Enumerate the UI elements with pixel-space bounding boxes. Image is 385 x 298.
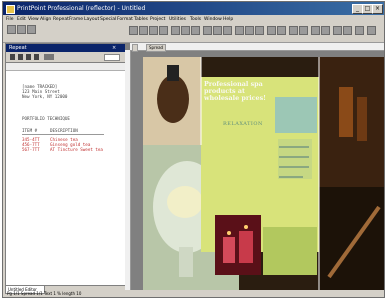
- help-icon[interactable]: [367, 26, 376, 35]
- menu-help[interactable]: Help: [223, 15, 233, 24]
- menu-project[interactable]: Project: [150, 15, 165, 24]
- menu-frame[interactable]: Frame: [69, 15, 83, 24]
- spell-check-icon[interactable]: [355, 26, 364, 35]
- bottle-shape: [339, 87, 353, 137]
- menu-tools[interactable]: Tools: [190, 15, 201, 24]
- bottom-text-block: [263, 227, 317, 275]
- panel-prev-icon[interactable]: [18, 54, 23, 60]
- bottle-shape: [357, 97, 367, 141]
- italic-icon[interactable]: [213, 26, 222, 35]
- menu-file[interactable]: File: [6, 15, 14, 24]
- panel-tab-strip: [6, 63, 125, 71]
- save-icon[interactable]: [27, 25, 36, 34]
- bottle-cap: [167, 65, 179, 81]
- flame-shape: [244, 225, 248, 229]
- shape-tool-icon[interactable]: [191, 26, 200, 35]
- close-button[interactable]: ×: [372, 4, 383, 14]
- bottle-shape: [157, 75, 189, 123]
- section-title: PORTFOLIO TECHNIQUE: [22, 116, 70, 121]
- table-icon[interactable]: [299, 26, 308, 35]
- panel-toolbar: [6, 52, 125, 63]
- candle-shape: [223, 237, 235, 263]
- align-left-icon[interactable]: [235, 26, 244, 35]
- document-page: Professional spa products at wholesale p…: [143, 57, 384, 290]
- menu-bar: File Edit View Align Repeat Frame Layout…: [3, 15, 384, 24]
- menu-layout[interactable]: Layout: [84, 15, 99, 24]
- glass-stem: [179, 247, 193, 277]
- menu-view[interactable]: View: [28, 15, 39, 24]
- menu-edit[interactable]: Edit: [17, 15, 26, 24]
- frame-tool-icon[interactable]: [149, 26, 158, 35]
- status-text: Pg 1/1 Spread 1/1 Text 1 % length 10: [7, 291, 82, 296]
- image-icon[interactable]: [289, 26, 298, 35]
- underline-icon[interactable]: [223, 26, 232, 35]
- rotate-tool-icon[interactable]: [159, 26, 168, 35]
- menu-utilities[interactable]: Utilities: [169, 15, 186, 24]
- application-window: PrintPoint Professional (reflector) - Un…: [2, 1, 385, 298]
- color-icon[interactable]: [277, 26, 286, 35]
- pointer-tool-icon[interactable]: [129, 26, 138, 35]
- headline: Professional spa products at wholesale p…: [204, 80, 266, 102]
- print-icon[interactable]: [343, 26, 352, 35]
- panel-dropdown[interactable]: [104, 54, 120, 61]
- menu-special[interactable]: Special: [100, 15, 116, 24]
- panel-close-icon[interactable]: ×: [112, 44, 116, 52]
- item-description: AT Tincture Sweet tea: [50, 147, 103, 152]
- open-icon[interactable]: [17, 25, 26, 34]
- repeat-panel: Repeat × [name TRACKED] 123 Main Street …: [5, 43, 126, 286]
- logo-box: [275, 97, 317, 133]
- link-icon[interactable]: [311, 26, 320, 35]
- panel-next-icon[interactable]: [26, 54, 31, 60]
- panel-first-icon[interactable]: [10, 54, 15, 60]
- zoom-tool-icon[interactable]: [171, 26, 180, 35]
- spread-tab[interactable]: Spread: [146, 44, 167, 52]
- new-icon[interactable]: [7, 25, 16, 34]
- toolbar: [3, 24, 384, 43]
- logo-text: RELAXATION: [223, 121, 263, 127]
- menu-align[interactable]: Align: [40, 15, 51, 24]
- divider: [22, 134, 104, 135]
- column-header-item: ITEM #: [22, 128, 38, 133]
- item-number: 567-7TT: [22, 147, 40, 152]
- flower-shape: [167, 186, 203, 218]
- view-tab[interactable]: [132, 44, 138, 52]
- grid-icon[interactable]: [267, 26, 276, 35]
- bold-icon[interactable]: [203, 26, 212, 35]
- menu-tables[interactable]: Tables: [134, 15, 148, 24]
- flame-shape: [227, 231, 231, 235]
- text-block: [278, 139, 312, 179]
- panel-field-icon[interactable]: [44, 54, 54, 60]
- vertical-ruler: [125, 50, 131, 290]
- menu-window[interactable]: Window: [204, 15, 222, 24]
- column-header-description: DESCRIPTION: [50, 128, 78, 133]
- align-center-icon[interactable]: [245, 26, 254, 35]
- panel-title: Repeat: [9, 45, 27, 51]
- status-bar: Pg 1/1 Spread 1/1 Text 1 % length 10: [3, 291, 384, 297]
- window-title: PrintPoint Professional (reflector) - Un…: [17, 5, 146, 12]
- address-line: New York, NY 12000: [22, 94, 68, 99]
- horizontal-ruler: Spread: [130, 43, 384, 52]
- panel-header: Repeat ×: [6, 44, 125, 52]
- text-tool-icon[interactable]: [139, 26, 148, 35]
- preview-icon[interactable]: [333, 26, 342, 35]
- menu-format[interactable]: Format: [117, 15, 133, 24]
- title-bar: PrintPoint Professional (reflector) - Un…: [3, 2, 384, 15]
- unlink-icon[interactable]: [321, 26, 330, 35]
- line-tool-icon[interactable]: [181, 26, 190, 35]
- align-right-icon[interactable]: [255, 26, 264, 35]
- candle-photo: [215, 215, 261, 275]
- candle-shape: [239, 231, 253, 263]
- app-icon: [6, 5, 15, 14]
- menu-repeat[interactable]: Repeat: [53, 15, 69, 24]
- panel-last-icon[interactable]: [34, 54, 39, 60]
